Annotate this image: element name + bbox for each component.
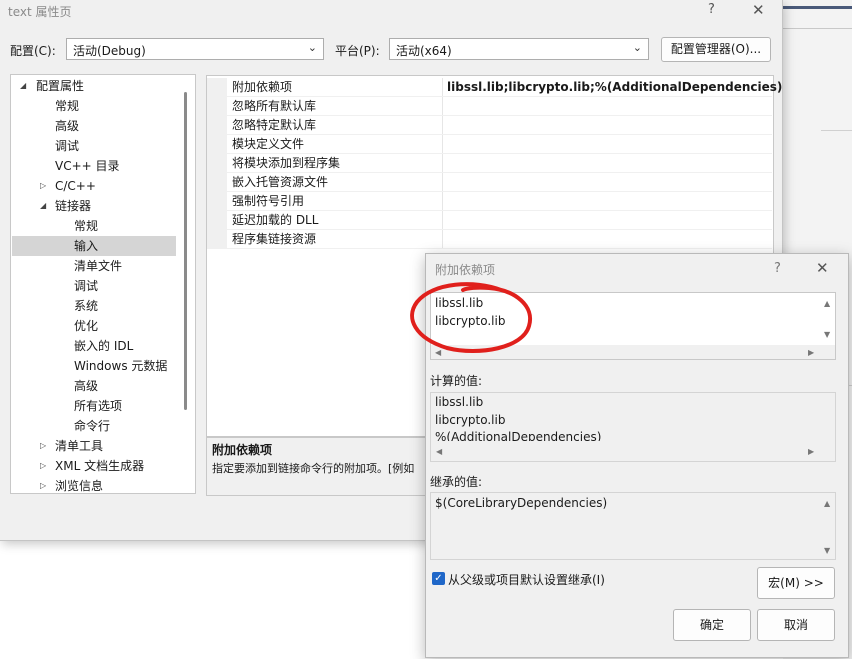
- tree-item-linker-general[interactable]: 常规: [74, 216, 98, 236]
- platform-dropdown-value: 活动(x64): [396, 44, 452, 58]
- platform-label: 平台(P):: [335, 44, 380, 58]
- computed-values-label: 计算的值:: [430, 374, 483, 388]
- tree-item-manifest-tool[interactable]: 清单工具: [55, 436, 103, 456]
- computed-line: libssl.lib: [435, 395, 484, 409]
- property-name: 强制符号引用: [232, 194, 305, 208]
- property-row[interactable]: 忽略特定默认库: [207, 116, 772, 135]
- scroll-right-icon[interactable]: ▶: [808, 348, 814, 357]
- inherit-checkbox-label[interactable]: 从父级或项目默认设置继承(I): [448, 571, 605, 588]
- chevron-down-icon: ⌄: [632, 41, 642, 54]
- tree-item-xml-doc-generator[interactable]: XML 文档生成器: [55, 456, 144, 476]
- inherited-line: $(CoreLibraryDependencies): [435, 496, 608, 510]
- tree-item-config-properties[interactable]: 配置属性: [36, 76, 84, 96]
- inherited-values-label: 继承的值:: [430, 475, 483, 489]
- config-dropdown[interactable]: 活动(Debug) ⌄: [66, 38, 324, 60]
- tree-item-general[interactable]: 常规: [55, 96, 79, 116]
- background-divider: [783, 28, 852, 29]
- background-title-bar: [783, 6, 852, 9]
- tree-scrollbar[interactable]: [184, 92, 187, 410]
- tree-item-all-options[interactable]: 所有选项: [74, 396, 122, 416]
- property-row[interactable]: 将模块添加到程序集: [207, 154, 772, 173]
- tree-item-debugging[interactable]: 调试: [55, 136, 79, 156]
- tree-item-manifest-file[interactable]: 清单文件: [74, 256, 122, 276]
- background-divider: [821, 130, 852, 131]
- tree-item-windows-metadata[interactable]: Windows 元数据: [74, 356, 167, 376]
- property-row[interactable]: 嵌入托管资源文件: [207, 173, 772, 192]
- dialog-title: text 属性页: [8, 5, 72, 19]
- property-name: 忽略所有默认库: [232, 99, 317, 113]
- macros-button[interactable]: 宏(M) >>: [757, 567, 835, 599]
- collapsed-arrow-icon[interactable]: ▷: [40, 481, 46, 490]
- scroll-right-icon[interactable]: ▶: [808, 447, 814, 456]
- property-row[interactable]: 强制符号引用: [207, 192, 772, 211]
- property-name: 程序集链接资源: [232, 232, 317, 246]
- scroll-up-icon[interactable]: ▲: [824, 499, 830, 508]
- ok-button[interactable]: 确定: [673, 609, 751, 641]
- tree-item-embedded-idl[interactable]: 嵌入的 IDL: [74, 336, 133, 356]
- property-name: 嵌入托管资源文件: [232, 175, 329, 189]
- tree-item-linker-input[interactable]: 输入: [74, 236, 98, 256]
- config-manager-button[interactable]: 配置管理器(O)...: [661, 37, 771, 62]
- tree-item-cpp[interactable]: C/C++: [55, 176, 96, 196]
- scroll-down-icon[interactable]: ▼: [824, 330, 830, 339]
- scroll-down-icon[interactable]: ▼: [824, 546, 830, 555]
- tree-item-linker-advanced[interactable]: 高级: [74, 376, 98, 396]
- close-icon[interactable]: ✕: [752, 1, 765, 19]
- scroll-up-icon[interactable]: ▲: [824, 299, 830, 308]
- config-label: 配置(C):: [10, 44, 56, 58]
- property-name: 附加依赖项: [232, 80, 293, 94]
- tree-item-system[interactable]: 系统: [74, 296, 98, 316]
- description-title: 附加依赖项: [212, 443, 273, 457]
- property-name: 将模块添加到程序集: [232, 156, 341, 170]
- help-icon[interactable]: ?: [774, 261, 781, 276]
- scroll-left-icon[interactable]: ◀: [436, 447, 442, 456]
- property-row[interactable]: 附加依赖项 libssl.lib;libcrypto.lib;%(Additio…: [207, 78, 782, 97]
- property-row[interactable]: 忽略所有默认库: [207, 97, 772, 116]
- tree-item-vc-directories[interactable]: VC++ 目录: [55, 156, 120, 176]
- description-text: 指定要添加到链接命令行的附加项。[例如: [212, 462, 415, 475]
- help-icon[interactable]: ?: [708, 2, 715, 17]
- tree-item-linker[interactable]: 链接器: [55, 196, 91, 216]
- collapsed-arrow-icon[interactable]: ▷: [40, 181, 46, 190]
- chevron-down-icon: ⌄: [307, 41, 317, 54]
- config-dropdown-value: 活动(Debug): [73, 44, 146, 58]
- property-name: 延迟加载的 DLL: [232, 213, 319, 227]
- property-name: 模块定义文件: [232, 137, 305, 151]
- annotation-circle: [410, 282, 533, 354]
- computed-values-box: [430, 392, 836, 462]
- cancel-button[interactable]: 取消: [757, 609, 835, 641]
- collapsed-arrow-icon[interactable]: ▷: [40, 441, 46, 450]
- tree-item-optimization[interactable]: 优化: [74, 316, 98, 336]
- property-row[interactable]: 延迟加载的 DLL: [207, 211, 772, 230]
- computed-line: %(AdditionalDependencies): [435, 430, 602, 441]
- expanded-arrow-icon[interactable]: ◢: [40, 201, 46, 210]
- property-value: libssl.lib;libcrypto.lib;%(AdditionalDep…: [447, 80, 783, 94]
- tree-item-advanced[interactable]: 高级: [55, 116, 79, 136]
- dialog-title: 附加依赖项: [435, 263, 496, 277]
- expanded-arrow-icon[interactable]: ◢: [20, 81, 26, 90]
- tree-item-command-line[interactable]: 命令行: [74, 416, 110, 436]
- tree-item-linker-debugging[interactable]: 调试: [74, 276, 98, 296]
- inherit-checkbox[interactable]: ✓: [432, 572, 445, 585]
- platform-dropdown[interactable]: 活动(x64) ⌄: [389, 38, 649, 60]
- collapsed-arrow-icon[interactable]: ▷: [40, 461, 46, 470]
- close-icon[interactable]: ✕: [816, 259, 829, 277]
- property-name: 忽略特定默认库: [232, 118, 317, 132]
- tree-item-browse-info[interactable]: 浏览信息: [55, 476, 103, 496]
- computed-line: libcrypto.lib: [435, 413, 506, 427]
- property-row[interactable]: 程序集链接资源: [207, 230, 772, 249]
- property-row[interactable]: 模块定义文件: [207, 135, 772, 154]
